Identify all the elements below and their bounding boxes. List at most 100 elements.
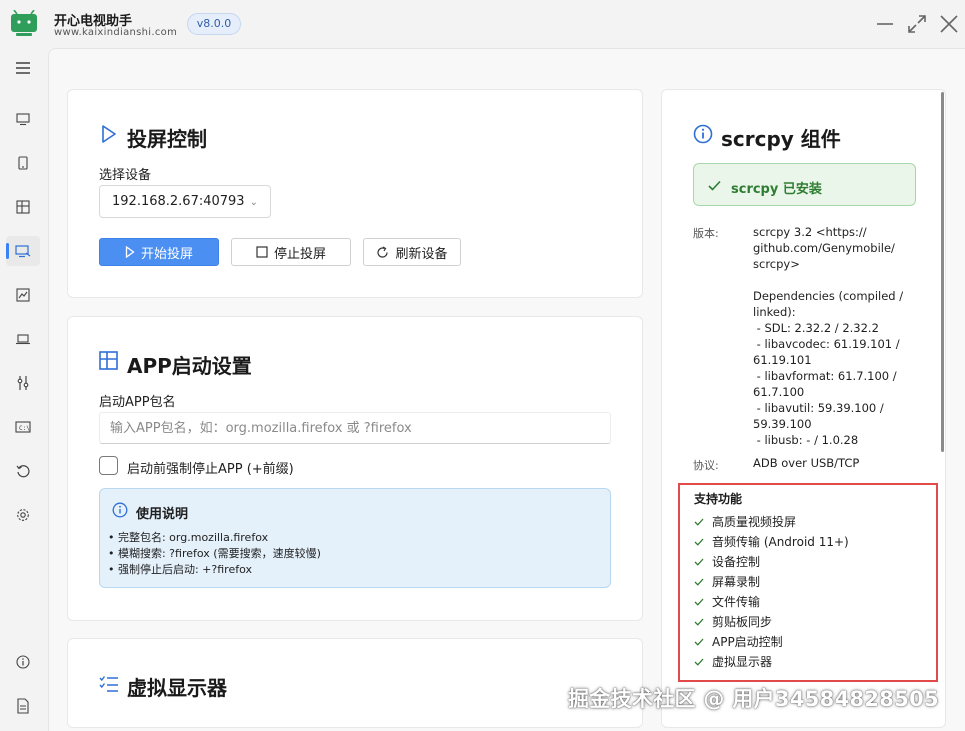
version-key: 版本: bbox=[693, 227, 719, 240]
force-stop-label: 启动前强制停止APP (+前缀) bbox=[127, 462, 294, 477]
refresh-devices-button[interactable]: 刷新设备 bbox=[363, 238, 461, 266]
terminal-icon: C:\ bbox=[15, 421, 31, 433]
close-icon[interactable] bbox=[937, 12, 961, 36]
info-icon bbox=[693, 124, 713, 144]
feature-label: APP启动控制 bbox=[712, 635, 783, 649]
check-icon bbox=[694, 518, 704, 526]
history-icon bbox=[16, 465, 30, 478]
sidebar-item-screen-cast[interactable] bbox=[6, 236, 40, 266]
check-icon bbox=[694, 618, 704, 626]
menu-icon bbox=[16, 62, 30, 74]
installed-status-box: scrcpy 已安装 bbox=[693, 163, 916, 206]
sidebar-item-terminal[interactable]: C:\ bbox=[6, 412, 40, 442]
stop-cast-label: 停止投屏 bbox=[273, 246, 326, 262]
feature-label: 屏幕录制 bbox=[712, 575, 761, 589]
scrcpy-title: scrcpy 组件 bbox=[721, 127, 841, 151]
check-icon bbox=[708, 180, 721, 191]
feature-label: 剪贴板同步 bbox=[712, 615, 773, 629]
minimize-icon[interactable] bbox=[873, 12, 897, 36]
feature-label: 音频传输 (Android 11+) bbox=[712, 535, 849, 549]
feature-label: 文件传输 bbox=[712, 595, 761, 609]
maximize-icon[interactable] bbox=[905, 12, 929, 36]
monitor-icon bbox=[16, 113, 30, 126]
package-label: 启动APP包名 bbox=[99, 395, 176, 410]
device-label: 选择设备 bbox=[99, 168, 152, 183]
title-bar: 开心电视助手 www.kaixindianshi.com v8.0.0 bbox=[0, 0, 965, 48]
refresh-icon bbox=[377, 245, 389, 258]
usage-title: 使用说明 bbox=[136, 507, 189, 522]
check-icon bbox=[694, 538, 704, 546]
laptop-icon bbox=[16, 334, 30, 345]
check-icon bbox=[694, 598, 704, 606]
play-icon bbox=[102, 125, 116, 143]
version-badge: v8.0.0 bbox=[187, 13, 241, 35]
sidebar-item-info[interactable] bbox=[6, 647, 40, 677]
sidebar-item-layout[interactable] bbox=[6, 192, 40, 222]
document-icon bbox=[17, 698, 29, 714]
feature-label: 虚拟显示器 bbox=[712, 655, 773, 669]
feature-item: 剪贴板同步 bbox=[694, 613, 772, 630]
app-url: www.kaixindianshi.com bbox=[54, 27, 178, 38]
layout-icon bbox=[16, 200, 30, 214]
usage-line: • 模糊搜索: ?firefox (需要搜索，速度较慢) bbox=[108, 547, 321, 560]
sidebar-item-monitor[interactable] bbox=[6, 104, 40, 134]
checklist-icon bbox=[99, 676, 118, 692]
sidebar-item-laptop[interactable] bbox=[6, 324, 40, 354]
stop-cast-button[interactable]: 停止投屏 bbox=[231, 238, 351, 266]
protocol-key: 协议: bbox=[693, 459, 719, 472]
feature-item: 设备控制 bbox=[694, 553, 760, 570]
chevron-down-icon: ⌄ bbox=[249, 197, 258, 208]
sidebar-item-history[interactable] bbox=[6, 456, 40, 486]
start-cast-button[interactable]: 开始投屏 bbox=[99, 238, 219, 266]
virtual-display-title: 虚拟显示器 bbox=[127, 676, 227, 700]
feature-item: APP启动控制 bbox=[694, 633, 783, 650]
feature-label: 设备控制 bbox=[712, 555, 761, 569]
play-icon bbox=[125, 246, 135, 258]
start-cast-label: 开始投屏 bbox=[140, 246, 193, 262]
feature-label: 高质量视频投屏 bbox=[712, 515, 797, 529]
info-icon bbox=[16, 655, 30, 669]
device-select[interactable]: 192.168.2.67:40793 ⌄ bbox=[99, 185, 271, 218]
feature-item: 音频传输 (Android 11+) bbox=[694, 533, 849, 550]
sidebar-item-phone[interactable] bbox=[6, 148, 40, 178]
chart-icon bbox=[16, 288, 30, 302]
screen-cast-icon bbox=[15, 245, 31, 258]
app-launch-title: APP启动设置 bbox=[127, 354, 252, 378]
feature-item: 高质量视频投屏 bbox=[694, 513, 796, 530]
menu-button[interactable] bbox=[6, 53, 40, 83]
version-value: scrcpy 3.2 <https:// github.com/Genymobi… bbox=[753, 225, 904, 447]
scrollbar[interactable] bbox=[941, 92, 944, 452]
app-logo-icon bbox=[11, 10, 37, 36]
settings-icon bbox=[17, 509, 29, 521]
feature-item: 文件传输 bbox=[694, 593, 760, 610]
check-icon bbox=[694, 658, 704, 666]
check-icon bbox=[694, 638, 704, 646]
sidebar-item-chart[interactable] bbox=[6, 280, 40, 310]
screen-control-title: 投屏控制 bbox=[127, 127, 207, 151]
info-icon bbox=[112, 502, 128, 518]
check-icon bbox=[694, 578, 704, 586]
usage-line: • 完整包名: org.mozilla.firefox bbox=[108, 531, 269, 544]
device-select-value: 192.168.2.67:40793 bbox=[112, 194, 245, 209]
feature-item: 虚拟显示器 bbox=[694, 653, 772, 670]
stop-icon bbox=[256, 246, 268, 258]
layout-icon bbox=[99, 351, 118, 370]
watermark: 掘金技术社区 @ 用户34584828505 bbox=[568, 687, 939, 711]
sidebar-item-document[interactable] bbox=[6, 691, 40, 721]
phone-icon bbox=[18, 156, 28, 170]
refresh-devices-label: 刷新设备 bbox=[395, 246, 448, 262]
sidebar-item-tools[interactable] bbox=[6, 368, 40, 398]
installed-status-text: scrcpy 已安装 bbox=[731, 182, 822, 197]
protocol-value: ADB over USB/TCP bbox=[753, 456, 860, 470]
force-stop-checkbox[interactable] bbox=[99, 456, 118, 475]
feature-item: 屏幕录制 bbox=[694, 573, 760, 590]
package-input[interactable] bbox=[99, 412, 611, 444]
usage-info-box: 使用说明 • 完整包名: org.mozilla.firefox • 模糊搜索:… bbox=[99, 488, 611, 588]
usage-line: • 强制停止后启动: +?firefox bbox=[108, 563, 252, 576]
svg-text:C:\: C:\ bbox=[19, 425, 30, 432]
features-highlight-box: 支持功能 高质量视频投屏 音频传输 (Android 11+) 设备控制 屏幕录… bbox=[678, 483, 938, 682]
check-icon bbox=[694, 558, 704, 566]
sidebar: C:\ bbox=[0, 48, 46, 731]
features-title: 支持功能 bbox=[694, 492, 743, 506]
sidebar-item-settings[interactable] bbox=[6, 500, 40, 530]
